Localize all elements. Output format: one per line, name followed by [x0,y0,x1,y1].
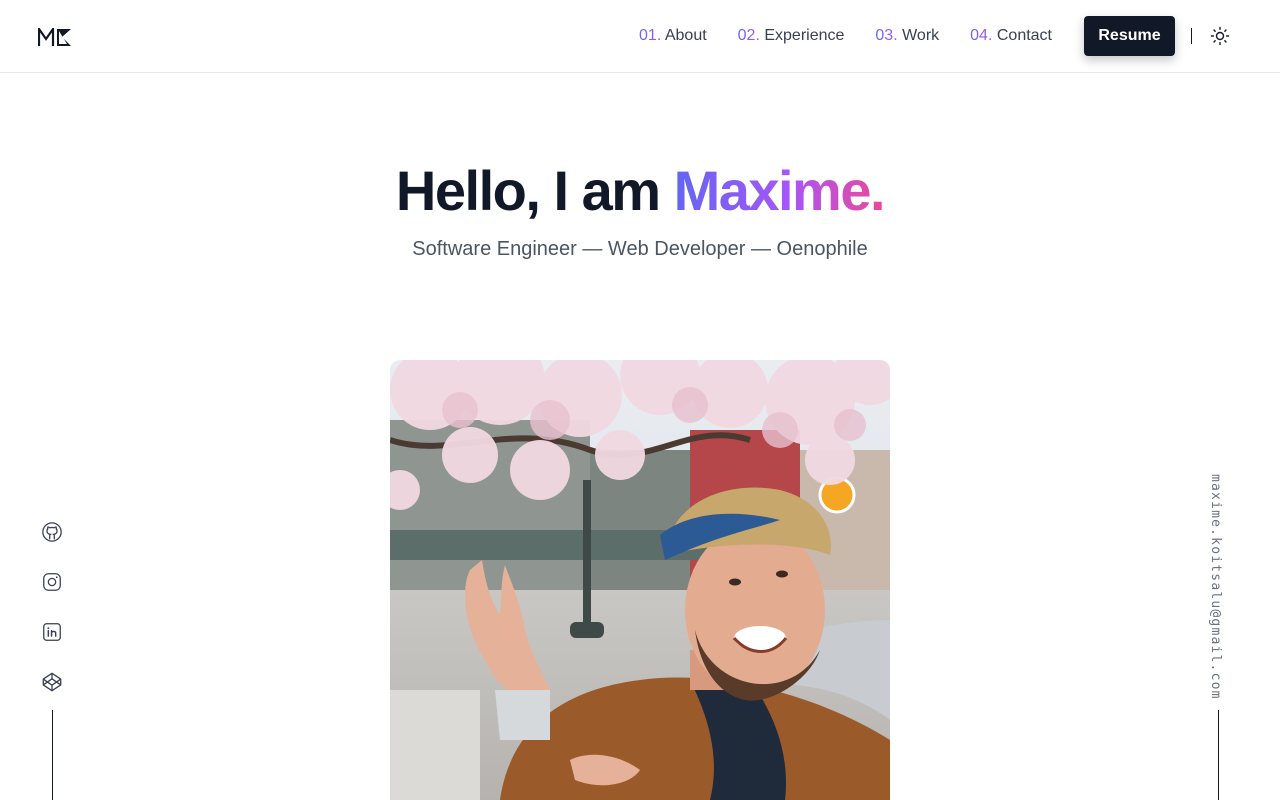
nav-about-number: 01. [639,27,662,44]
resume-button[interactable]: Resume [1084,16,1175,56]
codepen-link[interactable] [40,670,64,694]
nav-contact-label: Contact [996,27,1052,44]
email-rail-line [1218,710,1219,800]
hero-subtitle: Software Engineer — Web Developer — Oeno… [412,238,868,260]
sun-icon [1210,26,1230,46]
nav-experience[interactable]: 02. Experience [738,27,845,45]
nav-experience-number: 02. [737,27,760,44]
nav-contact[interactable]: 04. Contact [970,27,1052,45]
profile-photo [390,360,890,800]
nav-about[interactable]: 01. About [639,27,707,45]
codepen-icon [42,672,62,692]
header-divider [1191,28,1192,44]
logo[interactable] [37,25,72,47]
linkedin-link[interactable] [40,620,64,644]
hero-heading: Hello, I am Maxime. [0,158,1280,223]
instagram-icon [43,573,61,591]
nav-work-number: 03. [875,27,898,44]
instagram-link[interactable] [40,570,64,594]
email-link[interactable]: maxime.koitsalu@gmail.com [1208,474,1223,700]
theme-toggle-button[interactable] [1210,26,1230,46]
nav-work[interactable]: 03. Work [875,27,939,45]
nav-contact-number: 04. [970,27,993,44]
github-link[interactable] [40,520,64,544]
hero-name: Maxime. [673,159,886,222]
profile-photo-illustration [390,360,890,800]
github-icon [42,522,62,542]
main-nav: 01. About 02. Experience 03. Work 04. Co… [639,0,1052,72]
nav-experience-label: Experience [764,27,845,44]
site-header: 01. About 02. Experience 03. Work 04. Co… [0,0,1280,73]
logo-mark [37,25,71,46]
social-rail-line [52,710,53,800]
nav-work-label: Work [902,27,940,44]
nav-about-label: About [664,27,707,44]
linkedin-icon [43,623,61,641]
hero-heading-prefix: Hello, I am [395,159,674,222]
